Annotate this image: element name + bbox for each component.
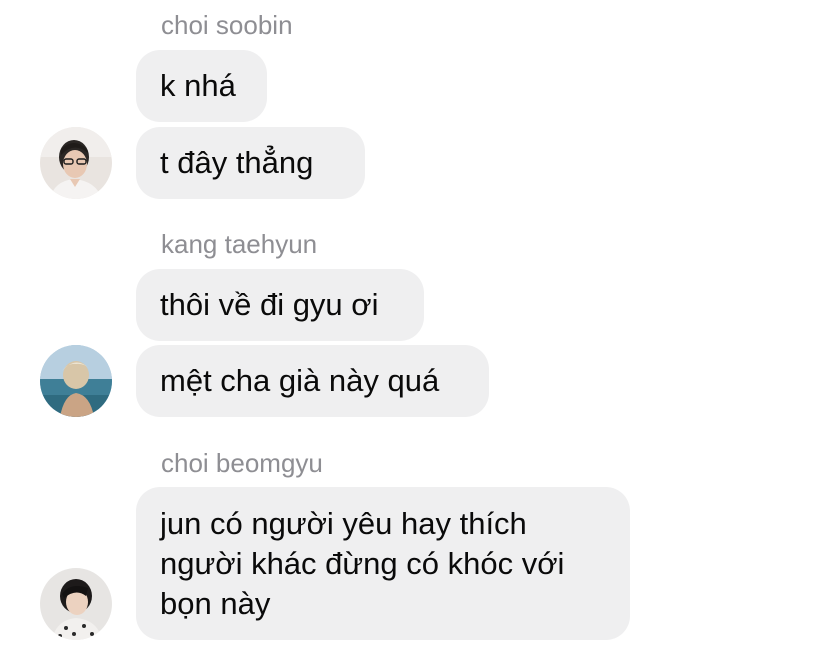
profile-photo-icon [40,568,112,640]
message-text: k nhá [160,68,236,103]
avatar-choi-beomgyu[interactable] [40,568,112,640]
message-text: mệt cha già này quá [160,363,440,398]
profile-photo-icon [40,345,112,417]
chat-thread: choi soobin k nhá t đây thẳng kang taehy… [0,0,828,660]
sender-name: kang taehyun [161,229,318,259]
sender-name: choi soobin [161,10,293,40]
message-bubble[interactable]: jun có người yêu hay thích người khác đừ… [136,487,630,640]
message-text: jun có người yêu hay thích người khác đừ… [160,506,565,621]
message-text: thôi về đi gyu ơi [160,287,379,322]
avatar-choi-soobin[interactable] [40,127,112,199]
message-text: t đây thẳng [160,145,314,180]
message-bubble[interactable]: thôi về đi gyu ơi [136,269,424,341]
sender-name: choi beomgyu [161,448,323,478]
message-bubble[interactable]: mệt cha già này quá [136,345,489,417]
avatar-kang-taehyun[interactable] [40,345,112,417]
profile-photo-icon [40,127,112,199]
message-bubble[interactable]: k nhá [136,50,267,122]
message-bubble[interactable]: t đây thẳng [136,127,365,199]
